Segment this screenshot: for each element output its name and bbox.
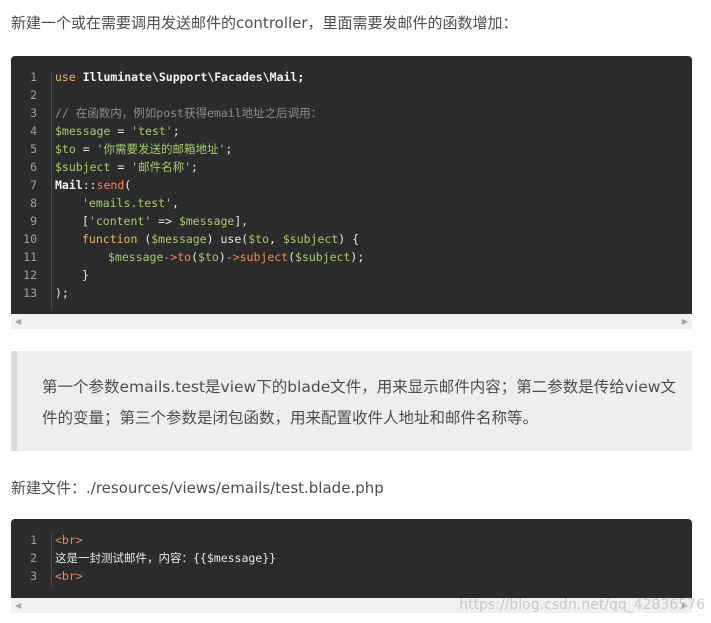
code-token: ( [124,178,132,192]
code-token: use [55,70,76,84]
code-token: $to [55,142,76,156]
code-token: = [110,124,132,138]
line-number: 10 [23,232,37,246]
code-token: -> [225,250,240,264]
code-token: $subject [282,232,339,246]
code-token: $message [178,214,235,228]
code-block-blade: 1 <br> 2 这是一封测试邮件，内容：{{$message}} 3 <br> [11,519,692,598]
new-file-text: 新建文件：./resources/views/emails/test.blade… [11,479,384,497]
code-token: $message [108,250,164,264]
code-comment: // 在函数内，例如post获得email地址之后调用： [55,106,323,120]
code-token: 这是一封测试邮件，内容： [55,551,193,565]
line-number: 12 [23,268,37,282]
code-token: $subject [55,160,111,174]
code-token: 'test' [131,124,173,138]
code-token: ], [234,214,249,228]
line-number: 4 [30,124,37,138]
line-number: 9 [30,214,37,228]
code-token: ); [55,286,69,300]
line-number: 2 [30,551,37,565]
line-number: 1 [30,70,37,84]
code-token: to [177,250,192,264]
intro-text: 新建一个或在需要调用发送邮件的controller，里面需要发邮件的函数增加： [11,14,518,32]
code-token: , [269,232,283,246]
code-token: ); [350,250,365,264]
line-number: 3 [30,106,37,120]
code-token: ; [172,124,180,138]
scroll-right-icon[interactable]: ▶ [682,317,688,326]
watermark: https://blog.csdn.net/qq_42836576 [459,597,705,613]
line-number: 13 [23,286,37,300]
line-number: 6 [30,160,37,174]
code-token: :: [82,178,97,192]
line-number: 2 [30,88,37,102]
line-number: 3 [30,569,37,583]
code-token: $to [248,232,269,246]
code-token: => [151,214,179,228]
code-token: Mail [55,178,83,192]
code-token: [ [82,214,89,228]
code-token: '你需要发送的邮箱地址' [96,142,226,156]
code-token: subject [239,250,289,264]
code-token: $message [151,232,207,246]
code-token: ; [225,142,233,156]
code-token: {{$message}} [193,551,277,565]
code-token: ) { [338,232,360,246]
code-token: 'content' [88,214,152,228]
code-token: $message [55,124,111,138]
line-number: 7 [30,178,37,192]
code-token: } [82,268,89,282]
code-token: ( [137,232,152,246]
line-number: 8 [30,196,37,210]
code-token: function [82,232,138,246]
code-token: -> [163,250,178,264]
code-token: ( [191,250,199,264]
scroll-left-icon[interactable]: ◀ [15,601,21,610]
code-token: = [110,160,132,174]
code-token: $subject [295,250,351,264]
line-number: 1 [30,533,37,547]
code-token: $to [198,250,219,264]
code-token: ; [191,160,198,174]
line-number: 5 [30,142,37,156]
code-token: 'emails.test' [82,196,173,210]
code-token: use [220,232,242,246]
quote-line: 第一个参数emails.test是view下的blade文件，用来显示邮件内容；… [42,378,676,396]
blockquote: 第一个参数emails.test是view下的blade文件，用来显示邮件内容；… [11,351,692,451]
scroll-left-icon[interactable]: ◀ [15,317,21,326]
code-block-controller: 1 use Illuminate\Support\Facades\Mail; 2 … [11,56,692,314]
line-number: 11 [23,250,37,264]
code-token: <br> [55,569,83,583]
code-token: ) [206,232,221,246]
code-token: <br> [55,533,83,547]
quote-line: 件的变量；第三个参数是闭包函数，用来配置收件人地址和邮件名称等。 [42,409,539,427]
code-token: ) [218,250,226,264]
code-token: Illuminate\Support\Facades\Mail; [75,70,305,84]
code-token: ( [288,250,296,264]
code-token: , [172,196,179,210]
horizontal-scrollbar[interactable]: ◀ ▶ [11,314,692,329]
code-token: = [75,142,97,156]
code-token: send [96,178,125,192]
code-token: '邮件名称' [131,160,192,174]
